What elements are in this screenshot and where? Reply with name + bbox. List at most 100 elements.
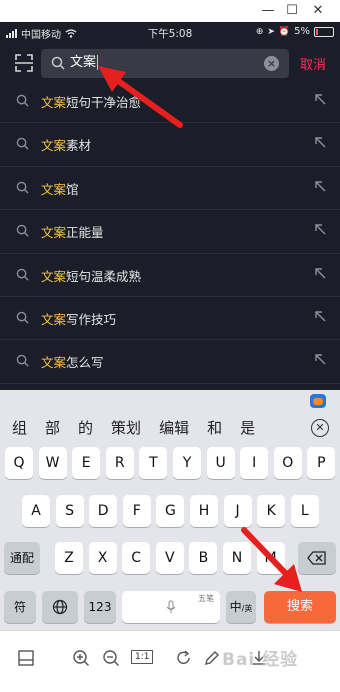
key-l[interactable]: L: [290, 495, 319, 527]
space-key[interactable]: 五笔: [122, 591, 220, 623]
candidate-word[interactable]: 的: [78, 417, 93, 438]
key-w[interactable]: W: [38, 447, 67, 479]
panel-icon[interactable]: [17, 649, 35, 667]
key-x[interactable]: X: [88, 542, 117, 574]
suggestion-text: 文案素材: [41, 135, 91, 154]
key-y[interactable]: Y: [173, 447, 201, 479]
suggestion-row[interactable]: 文案怎么写: [0, 340, 340, 384]
close-candidates-icon[interactable]: ✕: [311, 419, 329, 437]
suggestion-text: 文案写作技巧: [41, 309, 116, 328]
suggestion-text: 文案怎么写: [41, 352, 104, 371]
candidate-word[interactable]: 部: [45, 417, 60, 438]
ime-logo-icon[interactable]: [310, 394, 326, 408]
key-j[interactable]: J: [223, 495, 252, 527]
key-d[interactable]: D: [89, 495, 118, 527]
backspace-key[interactable]: [298, 542, 336, 574]
key-q[interactable]: Q: [5, 447, 33, 479]
cancel-button[interactable]: 取消: [300, 54, 326, 73]
suggestion-row[interactable]: 文案写作技巧: [0, 297, 340, 341]
suggestion-row[interactable]: 文案素材: [0, 123, 340, 167]
rotate-icon[interactable]: [175, 649, 193, 667]
candidate-word[interactable]: 和: [207, 417, 222, 438]
key-s[interactable]: S: [55, 495, 84, 527]
suggestion-highlight: 文案: [41, 138, 67, 154]
keyboard-topbar: [0, 390, 340, 412]
minimize-button[interactable]: —: [258, 2, 278, 20]
fill-query-arrow-icon[interactable]: [314, 180, 326, 192]
lock-rotation-icon: ⊕: [255, 26, 264, 37]
suggestion-rest: 短句温柔成熟: [66, 268, 142, 284]
search-key[interactable]: 搜索: [264, 591, 336, 623]
language-switch-key[interactable]: 中/英: [226, 591, 256, 623]
suggestion-text: 文案馆: [41, 179, 79, 198]
key-a[interactable]: A: [22, 495, 50, 527]
maximize-button[interactable]: ☐: [282, 2, 302, 20]
key-p[interactable]: P: [307, 447, 336, 479]
search-query: 文案: [70, 55, 97, 70]
wildcard-key[interactable]: 通配: [4, 542, 40, 574]
fill-query-arrow-icon[interactable]: [314, 310, 326, 322]
candidate-word[interactable]: 策划: [111, 417, 141, 438]
suggestion-rest: 怎么写: [66, 355, 104, 371]
close-window-button[interactable]: ✕: [308, 2, 328, 20]
suggestion-list: 文案短句干净治愈 文案素材 文案馆 文案正能量 文案短句温柔成熟 文案写作技巧 文案怎么写: [0, 80, 340, 384]
suggestion-row[interactable]: 文案馆: [0, 167, 340, 211]
clear-icon[interactable]: ×: [264, 56, 279, 71]
number-key[interactable]: 123: [84, 591, 116, 623]
key-h[interactable]: H: [190, 495, 218, 527]
suggestion-row[interactable]: 文案短句温柔成熟: [0, 254, 340, 297]
suggestion-row[interactable]: 文案短句干净治愈: [0, 80, 340, 124]
search-page: 文案 × 取消 文案短句干净治愈 文案素材 文案馆 文案正能量 文案短句温柔成熟 文案写作…: [0, 44, 340, 390]
microphone-icon: [166, 600, 176, 613]
fill-query-arrow-icon[interactable]: [314, 223, 326, 235]
suggestion-row[interactable]: 文案正能量: [0, 210, 340, 254]
symbol-key[interactable]: 符: [4, 591, 36, 623]
alarm-icon: ⏰: [278, 26, 291, 37]
suggestion-highlight: 文案: [41, 311, 67, 327]
fill-query-arrow-icon[interactable]: [314, 353, 326, 365]
suggestion-highlight: 文案: [41, 225, 67, 241]
zoom-in-icon[interactable]: [72, 649, 90, 667]
edit-pen-icon[interactable]: [203, 649, 221, 667]
key-b[interactable]: B: [189, 542, 218, 574]
search-icon: [51, 56, 65, 70]
suggestion-highlight: 文案: [41, 181, 67, 197]
globe-key[interactable]: [42, 591, 78, 623]
candidate-word[interactable]: 是: [240, 417, 255, 438]
suggestion-text: 文案短句温柔成熟: [41, 266, 141, 285]
suggestion-highlight: 文案: [41, 95, 67, 110]
key-v[interactable]: V: [155, 542, 184, 574]
key-u[interactable]: U: [206, 447, 235, 479]
key-i[interactable]: I: [240, 447, 269, 479]
key-g[interactable]: G: [156, 495, 185, 527]
suggestion-text: 文案正能量: [41, 222, 104, 241]
candidate-word[interactable]: 组: [12, 417, 27, 438]
suggestion-text: 文案短句干净治愈: [41, 92, 141, 111]
scan-icon[interactable]: [13, 52, 35, 74]
key-z[interactable]: Z: [55, 542, 83, 574]
key-m[interactable]: M: [256, 542, 285, 574]
suggestion-rest: 写作技巧: [66, 311, 117, 327]
suggestion-rest: 短句干净治愈: [66, 95, 142, 110]
key-f[interactable]: F: [122, 495, 151, 527]
input-mode-badge: 五笔: [198, 594, 214, 603]
key-e[interactable]: E: [72, 447, 101, 479]
suggestion-rest: 馆: [66, 181, 79, 197]
keyboard: 组部的策划 编辑和是 ✕ Q W E R T Y U I O P A S D F G H J K L 通配 Z X C V B N M…: [0, 390, 340, 630]
fill-query-arrow-icon[interactable]: [314, 267, 326, 279]
fill-query-arrow-icon[interactable]: [314, 136, 326, 148]
actual-size-button[interactable]: 1:1: [131, 650, 154, 664]
language-sub: /英: [241, 604, 253, 613]
zoom-out-icon[interactable]: [102, 649, 120, 667]
key-r[interactable]: R: [105, 447, 134, 479]
search-icon: [16, 268, 29, 281]
search-icon: [16, 311, 29, 324]
key-o[interactable]: O: [273, 447, 302, 479]
key-c[interactable]: C: [122, 542, 151, 574]
fill-query-arrow-icon[interactable]: [314, 93, 326, 105]
candidate-word[interactable]: 编辑: [159, 417, 189, 438]
key-t[interactable]: T: [139, 447, 168, 479]
key-k[interactable]: K: [257, 495, 286, 527]
key-n[interactable]: N: [223, 542, 251, 574]
search-input[interactable]: 文案 ×: [41, 49, 289, 78]
